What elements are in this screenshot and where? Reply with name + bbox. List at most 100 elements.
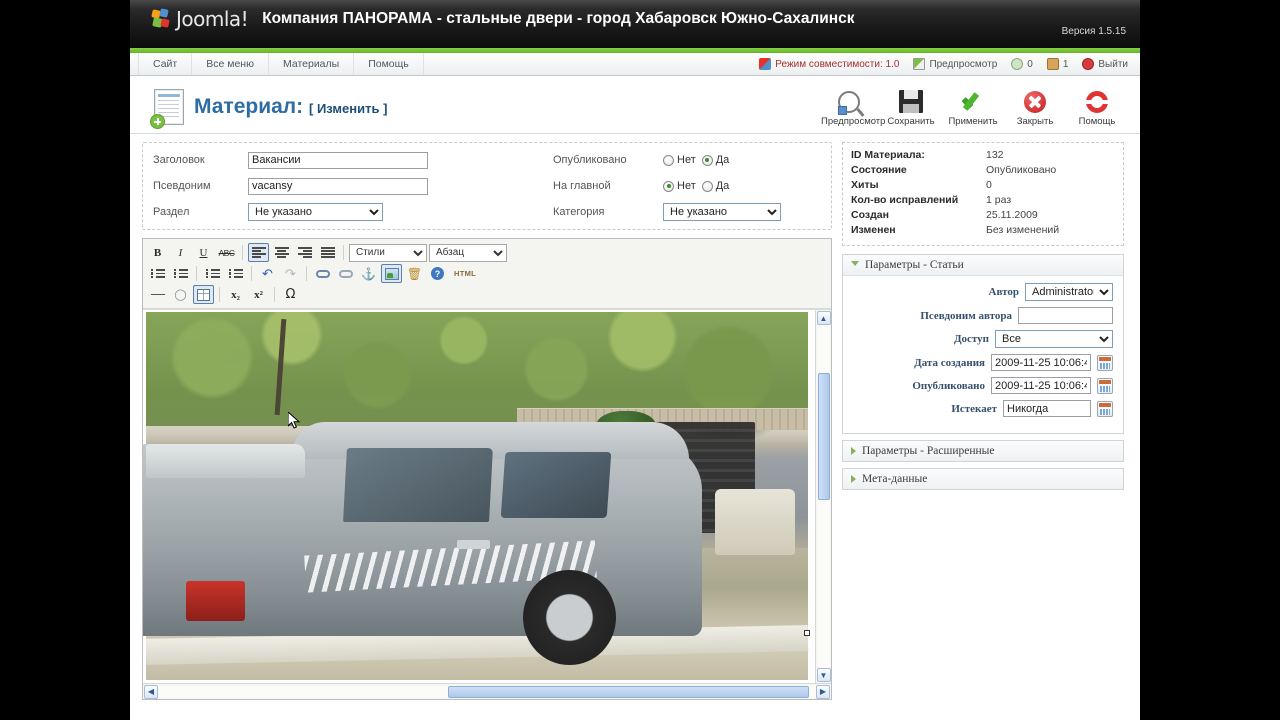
- photo-suv-door-handle: [457, 540, 491, 549]
- calendar-icon[interactable]: [1097, 400, 1113, 417]
- panel-article-parameters-body: Автор Administrator Псевдоним автора Дос…: [843, 276, 1123, 433]
- image-resize-handle[interactable]: [804, 630, 810, 636]
- toolbar-preview-label: Предпросмотр: [821, 115, 886, 127]
- toolbar-help-button[interactable]: Помощь: [1068, 85, 1126, 129]
- format-select[interactable]: Абзац: [429, 243, 507, 262]
- created-date-input[interactable]: [991, 354, 1091, 371]
- preview-link[interactable]: Предпросмотр: [913, 58, 997, 70]
- visitors-count: 0: [1027, 58, 1033, 70]
- remove-formatting-icon[interactable]: ◯: [170, 285, 191, 304]
- tinymce-editor: B I U ABC Стили Абзац ↶ ↷ ⚓ 🗑 ? HTML ◯ x…: [142, 238, 832, 700]
- field-section-row: Раздел Не указано: [153, 202, 553, 222]
- frontpage-no-label: Нет: [677, 180, 696, 192]
- published-yes-radio[interactable]: Да: [701, 154, 729, 166]
- styles-select[interactable]: Стили: [349, 243, 427, 262]
- toolbar-close-button[interactable]: Закрыть: [1006, 85, 1064, 129]
- field-alias-row: Псевдоним: [153, 176, 553, 196]
- anchor-icon[interactable]: ⚓: [358, 264, 379, 283]
- alias-input[interactable]: [248, 177, 428, 195]
- undo-icon[interactable]: ↶: [257, 264, 278, 283]
- toolbar-apply-button[interactable]: Применить: [944, 85, 1002, 129]
- align-justify-icon[interactable]: [317, 243, 338, 262]
- panel-article-parameters: Параметры - Статьи Автор Administrator П…: [842, 254, 1124, 434]
- section-select[interactable]: Не указано: [248, 203, 383, 221]
- vertical-scroll-thumb[interactable]: [817, 373, 830, 500]
- main-menubar: Сайт Все меню Материалы Помощь Режим сов…: [130, 53, 1140, 76]
- toolbar-preview-button[interactable]: Предпросмотр: [820, 85, 886, 129]
- toolbar-help-label: Помощь: [1078, 115, 1116, 127]
- editor-content-area[interactable]: ▲ ▼: [143, 309, 831, 683]
- compatibility-mode[interactable]: Режим совместимости: 1.0: [759, 58, 899, 70]
- frontpage-no-radio[interactable]: Нет: [663, 180, 696, 192]
- calendar-icon[interactable]: [1097, 377, 1113, 394]
- field-published-row: Опубликовано Нет Да: [553, 150, 821, 170]
- joomla-logo: Joomla!: [151, 7, 249, 31]
- horizontal-scroll-track[interactable]: [158, 685, 816, 698]
- superscript-icon[interactable]: x²: [248, 285, 269, 304]
- insert-table-icon[interactable]: [193, 285, 214, 304]
- help-icon[interactable]: ?: [427, 264, 448, 283]
- cleanup-icon[interactable]: 🗑: [404, 264, 425, 283]
- scroll-right-icon[interactable]: ▶: [816, 684, 830, 699]
- html-source-icon[interactable]: HTML: [450, 264, 480, 283]
- horizontal-rule-icon[interactable]: [147, 285, 168, 304]
- menu-item-site[interactable]: Сайт: [138, 53, 193, 75]
- toolbar-save-label: Сохранить: [887, 115, 935, 127]
- panel-advanced-parameters-header[interactable]: Параметры - Расширенные: [843, 441, 1123, 461]
- bold-icon[interactable]: B: [147, 243, 168, 262]
- editor-horizontal-scrollbar[interactable]: ◀ ▶: [143, 683, 831, 699]
- editor-vertical-scrollbar[interactable]: ▲ ▼: [815, 310, 831, 683]
- expires-input[interactable]: [1003, 400, 1091, 417]
- insert-image-icon[interactable]: [381, 264, 402, 283]
- panel-metadata-header[interactable]: Мета-данные: [843, 469, 1123, 489]
- strikethrough-icon[interactable]: ABC: [216, 243, 237, 262]
- align-center-icon[interactable]: [271, 243, 292, 262]
- toolbar-save-button[interactable]: Сохранить: [882, 85, 940, 129]
- redo-icon[interactable]: ↷: [280, 264, 301, 283]
- published-date-input[interactable]: [991, 377, 1091, 394]
- author-alias-input[interactable]: [1018, 307, 1113, 324]
- category-select[interactable]: Не указано: [663, 203, 781, 221]
- published-no-radio[interactable]: Нет: [663, 154, 696, 166]
- plus-badge-icon: [150, 113, 165, 129]
- users-counter: 1: [1046, 58, 1069, 70]
- panel-advanced-parameters: Параметры - Расширенные: [842, 440, 1124, 462]
- unlink-icon[interactable]: [335, 264, 356, 283]
- title-input[interactable]: [248, 151, 428, 169]
- radio-dot-selected-icon: [663, 180, 674, 192]
- italic-icon[interactable]: I: [170, 243, 191, 262]
- calendar-icon[interactable]: [1097, 354, 1113, 371]
- unordered-list-icon[interactable]: [147, 264, 168, 283]
- vertical-scroll-track[interactable]: [817, 325, 830, 668]
- menu-item-content[interactable]: Материалы: [269, 53, 355, 75]
- ordered-list-icon[interactable]: [170, 264, 191, 283]
- special-character-icon[interactable]: Ω: [280, 285, 301, 304]
- horizontal-scroll-thumb[interactable]: [447, 685, 810, 698]
- insert-link-icon[interactable]: [312, 264, 333, 283]
- frontpage-yes-radio[interactable]: Да: [701, 180, 729, 192]
- scroll-down-icon[interactable]: ▼: [816, 668, 831, 682]
- editor-toolbar-row-2: ↶ ↷ ⚓ 🗑 ? HTML: [147, 263, 827, 284]
- panel-article-parameters-header[interactable]: Параметры - Статьи: [843, 255, 1123, 276]
- indent-icon[interactable]: [225, 264, 246, 283]
- users-count: 1: [1062, 58, 1069, 70]
- close-circle-icon: [1007, 88, 1063, 116]
- menu-item-all-menus[interactable]: Все меню: [192, 53, 269, 75]
- author-select[interactable]: Administrator: [1025, 283, 1113, 301]
- scroll-left-icon[interactable]: ◀: [144, 684, 158, 699]
- outdent-icon[interactable]: [202, 264, 223, 283]
- subscript-icon[interactable]: x₂: [225, 285, 246, 304]
- panel-advanced-parameters-title: Параметры - Расширенные: [862, 445, 995, 457]
- underline-icon[interactable]: U: [193, 243, 214, 262]
- align-left-icon[interactable]: [248, 243, 269, 262]
- scroll-up-icon[interactable]: ▲: [816, 311, 831, 325]
- editor-toolbar-row-3: ◯ x₂ x² Ω: [147, 284, 827, 305]
- magnifier-icon: [821, 88, 877, 116]
- users-icon: [1046, 58, 1059, 70]
- editor-iframe[interactable]: [143, 310, 815, 683]
- access-select[interactable]: Все: [995, 330, 1113, 348]
- article-photo[interactable]: [143, 312, 810, 680]
- menu-item-help[interactable]: Помощь: [354, 53, 424, 75]
- logout-link[interactable]: Выйти: [1082, 58, 1128, 70]
- align-right-icon[interactable]: [294, 243, 315, 262]
